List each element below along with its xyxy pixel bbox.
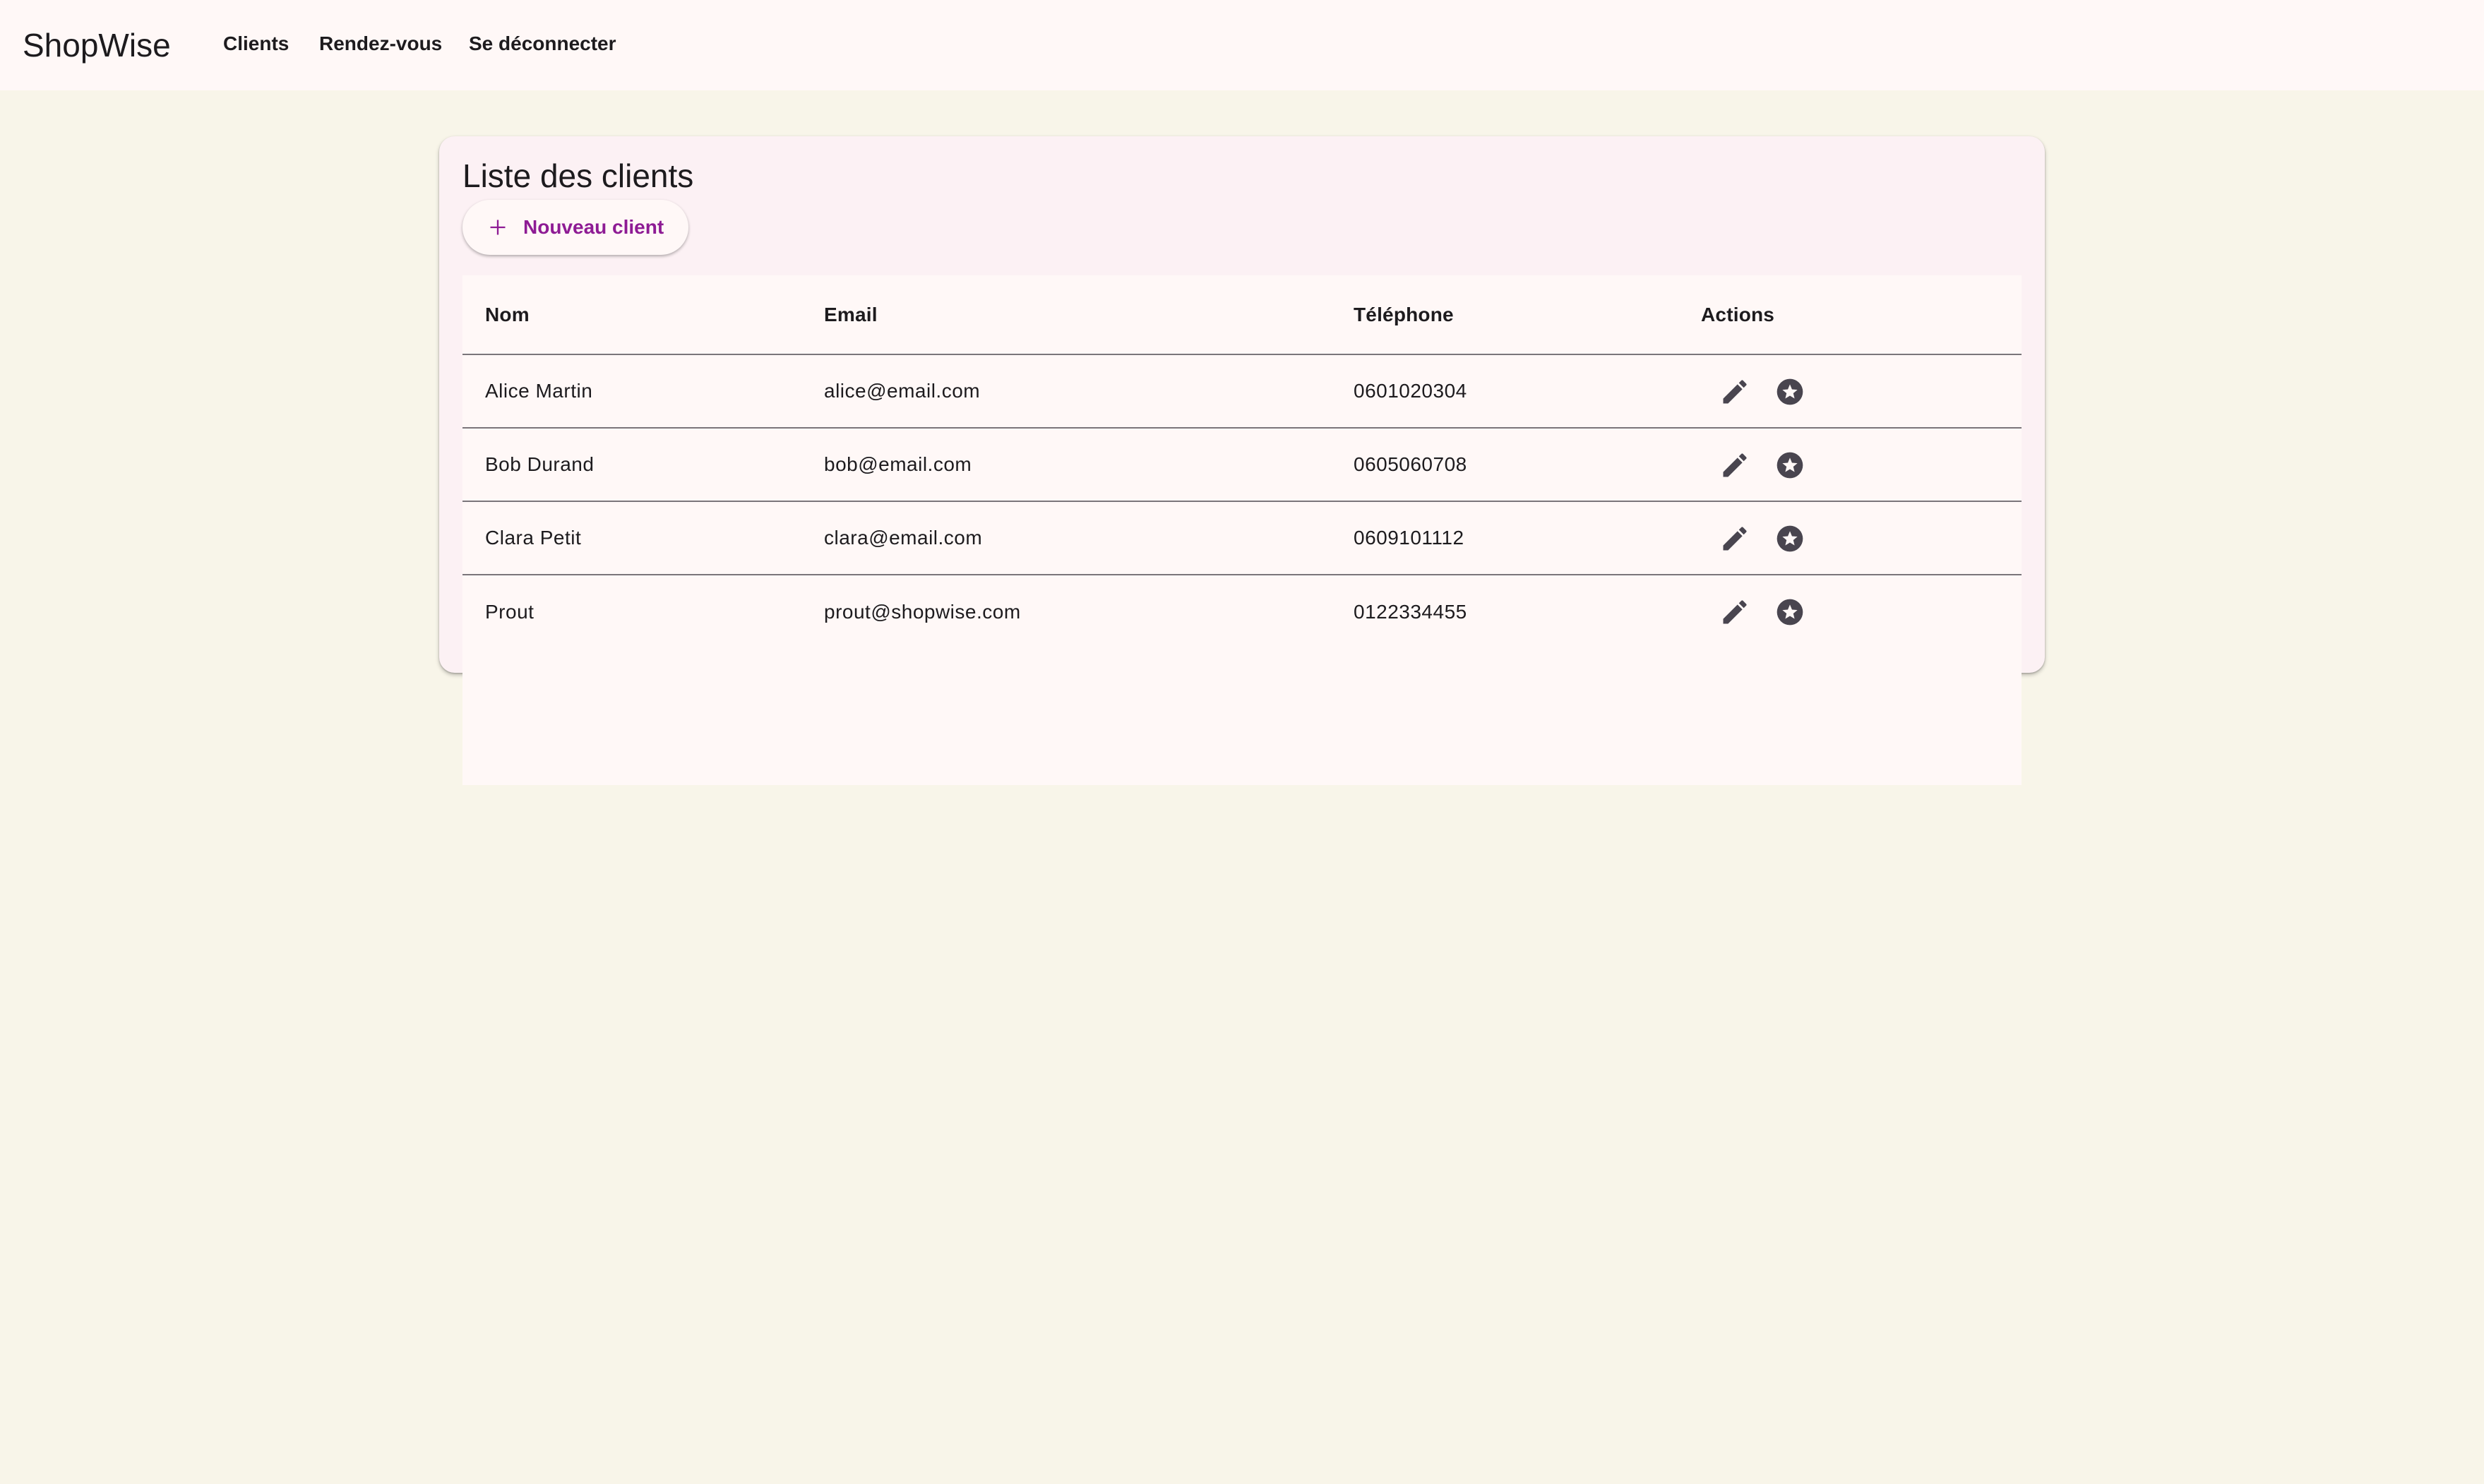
edit-button[interactable] bbox=[1715, 519, 1755, 558]
table-row: Prout prout@shopwise.com 0122334455 bbox=[462, 575, 2022, 649]
star-circle-icon bbox=[1777, 525, 1803, 552]
cell-nom: Bob Durand bbox=[485, 453, 595, 475]
cell-telephone: 0609101112 bbox=[1354, 527, 1464, 549]
pencil-icon bbox=[1723, 600, 1747, 624]
column-header-telephone: Téléphone bbox=[1354, 303, 1454, 325]
page-title: Liste des clients bbox=[462, 157, 694, 194]
cell-nom: Prout bbox=[485, 601, 535, 623]
cell-telephone: 0601020304 bbox=[1354, 380, 1467, 402]
table-row: Bob Durand bob@email.com 0605060708 bbox=[462, 429, 2022, 502]
cell-email: alice@email.com bbox=[824, 380, 981, 402]
cell-telephone: 0122334455 bbox=[1354, 601, 1467, 623]
column-header-email: Email bbox=[824, 303, 878, 325]
edit-button[interactable] bbox=[1715, 445, 1755, 485]
star-circle-icon bbox=[1777, 378, 1803, 405]
star-circle-icon bbox=[1777, 452, 1803, 479]
clients-table: Nom Email Téléphone Actions Alice Martin… bbox=[462, 275, 2022, 785]
favorite-button[interactable] bbox=[1770, 445, 1810, 485]
nav-link-appointments[interactable]: Rendez-vous bbox=[319, 30, 442, 58]
edit-button[interactable] bbox=[1715, 372, 1755, 412]
favorite-button[interactable] bbox=[1770, 519, 1810, 558]
top-app-bar: ShopWise Clients Rendez-vous Se déconnec… bbox=[0, 0, 2484, 90]
star-circle-icon bbox=[1777, 599, 1803, 626]
cell-telephone: 0605060708 bbox=[1354, 453, 1467, 475]
nav-link-logout[interactable]: Se déconnecter bbox=[469, 30, 616, 58]
pencil-icon bbox=[1723, 453, 1747, 477]
cell-email: prout@shopwise.com bbox=[824, 601, 1021, 623]
cell-nom: Alice Martin bbox=[485, 380, 593, 402]
cell-email: clara@email.com bbox=[824, 527, 983, 549]
favorite-button[interactable] bbox=[1770, 372, 1810, 412]
column-header-nom: Nom bbox=[485, 303, 530, 325]
pencil-icon bbox=[1723, 527, 1747, 551]
cell-email: bob@email.com bbox=[824, 453, 972, 475]
new-client-button[interactable]: Nouveau client bbox=[462, 200, 688, 255]
plus-icon bbox=[490, 220, 506, 235]
cell-nom: Clara Petit bbox=[485, 527, 582, 549]
table-header-row: Nom Email Téléphone Actions bbox=[462, 275, 2022, 355]
new-client-label: Nouveau client bbox=[523, 216, 664, 238]
table-row: Alice Martin alice@email.com 0601020304 bbox=[462, 355, 2022, 429]
pencil-icon bbox=[1723, 380, 1747, 404]
nav-link-clients[interactable]: Clients bbox=[223, 30, 289, 58]
table-row: Clara Petit clara@email.com 0609101112 bbox=[462, 502, 2022, 575]
favorite-button[interactable] bbox=[1770, 592, 1810, 632]
clients-card: Liste des clients Nouveau client Nom Ema… bbox=[439, 136, 2045, 785]
column-header-actions: Actions bbox=[1701, 303, 1775, 325]
brand-title: ShopWise bbox=[23, 27, 171, 64]
edit-button[interactable] bbox=[1715, 592, 1755, 632]
